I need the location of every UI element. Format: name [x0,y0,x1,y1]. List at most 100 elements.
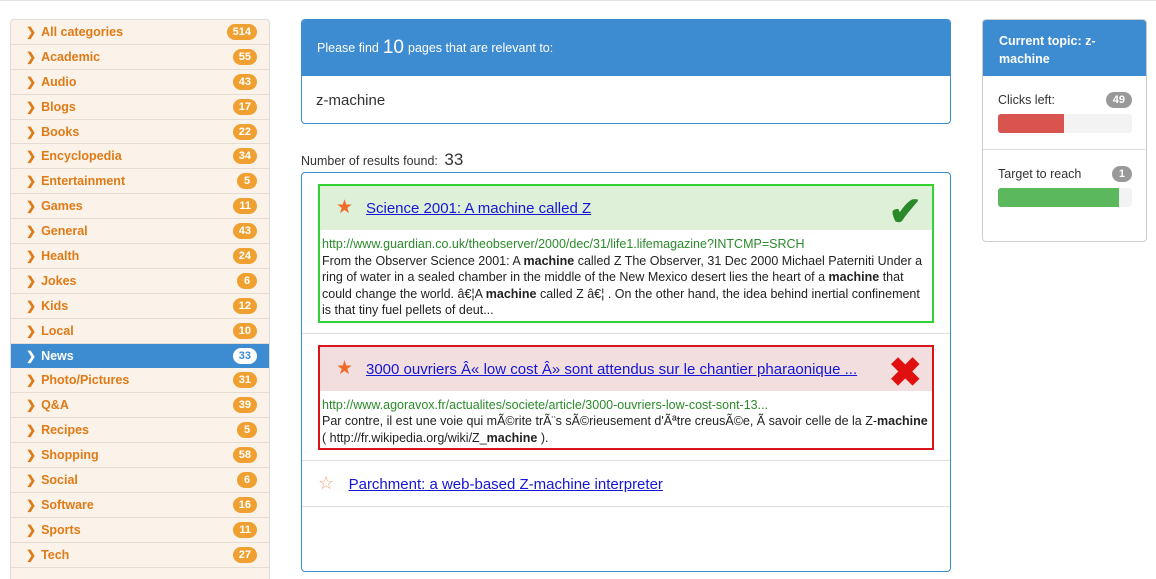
star-icon[interactable]: ★ [336,357,353,380]
sidebar-item-kids[interactable]: ❯ Kids 12 [11,294,269,319]
result-snippet: From the Observer Science 2001: A machin… [322,253,923,318]
sidebar-item-label: Sports [41,522,81,537]
sidebar-item-general[interactable]: ❯ General 43 [11,219,269,245]
sidebar-item-photo-pictures[interactable]: ❯ Photo/Pictures 31 [11,368,269,394]
sidebar-item-all-categories[interactable]: ❯ All categories 514 [11,20,269,45]
result-header: ★ 3000 ouvriers Â« low cost Â» sont atte… [320,346,932,395]
result-title-link[interactable]: Parchment: a web-based Z-machine interpr… [349,476,663,493]
chevron-right-icon: ❯ [26,224,37,239]
chevron-right-icon: ❯ [26,24,37,39]
result-title-link[interactable]: Science 2001: A machine called Z [366,198,892,220]
chevron-right-icon: ❯ [26,472,37,487]
star-outline-icon[interactable]: ☆ [318,473,334,493]
chevron-right-icon: ❯ [26,448,37,463]
results-count: Number of results found: 33 [301,150,463,170]
sidebar-item-label: Encyclopedia [41,149,122,164]
count-badge: 5 [237,422,257,439]
result-header: ★ Science 2001: A machine called Z ✔ [320,186,932,232]
count-badge: 6 [237,471,257,488]
count-badge: 11 [233,521,257,538]
count-badge: 31 [232,372,257,389]
chevron-right-icon: ❯ [26,398,37,413]
chevron-right-icon: ❯ [26,373,37,388]
chevron-right-icon: ❯ [26,497,37,512]
results-count-label: Number of results found: [301,154,438,168]
chevron-right-icon: ❯ [26,124,37,139]
result-title-link[interactable]: 3000 ouvriers Â« low cost Â» sont attend… [366,359,892,381]
chevron-right-icon: ❯ [26,74,37,89]
target-progress-fill [998,188,1119,207]
chevron-right-icon: ❯ [26,248,37,263]
results-count-value: 33 [444,150,464,169]
count-badge: 24 [232,247,257,264]
chevron-right-icon: ❯ [26,547,37,562]
topic-panel: Current topic: z-machine Clicks left: 49… [982,19,1147,242]
clicks-progress-fill [998,114,1064,133]
result-body: http://www.agoravox.fr/actualites/societ… [320,391,932,449]
sidebar-item-shopping[interactable]: ❯ Shopping 58 [11,443,269,469]
chevron-right-icon: ❯ [26,423,37,438]
clicks-badge: 49 [1105,92,1132,108]
sidebar-item-academic[interactable]: ❯ Academic 55 [11,45,269,70]
sidebar-item-local[interactable]: ❯ Local 10 [11,319,269,344]
sidebar-item-label: Academic [41,49,101,64]
count-badge: 33 [232,347,257,364]
result-snippet: Par contre, il est une voie qui mÃ©rite … [322,414,928,445]
count-badge: 11 [233,198,257,215]
sidebar-item-blogs[interactable]: ❯ Blogs 17 [11,95,269,120]
chevron-right-icon: ❯ [26,348,37,363]
sidebar-item-sports[interactable]: ❯ Sports 11 [11,518,269,543]
count-badge: 22 [232,123,257,140]
chevron-right-icon: ❯ [26,298,37,313]
result-item: ★ 3000 ouvriers Â« low cost Â» sont atte… [302,334,950,461]
sidebar-item-label: Games [41,199,83,214]
result-frame-relevant: ★ Science 2001: A machine called Z ✔ htt… [318,184,934,323]
sidebar-item-label: Entertainment [41,174,126,189]
chevron-right-icon: ❯ [26,199,37,214]
sidebar-item-label: Books [41,124,80,139]
sidebar-item-entertainment[interactable]: ❯ Entertainment 5 [11,169,269,195]
result-url: http://www.agoravox.fr/actualites/societ… [322,397,769,412]
sidebar-item-software[interactable]: ❯ Software 16 [11,493,269,518]
count-badge: 10 [232,322,257,339]
sidebar-item-label: General [41,224,88,239]
query-topic-text: z-machine [316,91,386,109]
sidebar-item-games[interactable]: ❯ Games 11 [11,194,269,220]
target-section: Target to reach 1 [983,150,1146,223]
count-badge: 58 [232,447,257,464]
sidebar-item-q-a[interactable]: ❯ Q&A 39 [11,393,269,419]
count-badge: 34 [232,148,257,165]
result-url: http://www.guardian.co.uk/theobserver/20… [322,237,805,251]
count-badge: 55 [232,48,257,65]
result-frame-not-relevant: ★ 3000 ouvriers Â« low cost Â» sont atte… [318,344,934,450]
sidebar-item-recipes[interactable]: ❯ Recipes 5 [11,418,269,444]
sidebar-item-audio[interactable]: ❯ Audio 43 [11,70,269,95]
sidebar-item-books[interactable]: ❯ Books 22 [11,120,269,145]
target-progress-bar [998,188,1132,207]
sidebar-item-encyclopedia[interactable]: ❯ Encyclopedia 34 [11,144,269,170]
sidebar-item-health[interactable]: ❯ Health 24 [11,244,269,269]
count-badge: 17 [232,98,257,115]
target-badge: 1 [1111,166,1132,182]
sidebar-item-label: Blogs [41,99,76,114]
sidebar-item-tech[interactable]: ❯ Tech 27 [11,543,269,568]
chevron-right-icon: ❯ [26,522,37,537]
sidebar-item-label: Kids [41,298,69,313]
count-badge: 16 [232,496,257,513]
count-badge: 12 [232,297,257,314]
star-icon[interactable]: ★ [336,196,353,219]
query-panel: Please find 10 pages that are relevant t… [301,19,951,124]
count-badge: 5 [237,173,257,190]
sidebar-item-label: News [41,348,74,363]
sidebar-item-jokes[interactable]: ❯ Jokes 6 [11,269,269,294]
result-body: http://www.guardian.co.uk/theobserver/20… [320,230,932,321]
sidebar-item-label: Local [41,323,74,338]
query-target-number: 10 [382,37,404,58]
cross-icon: ✖ [888,350,922,395]
sidebar-item-news[interactable]: ❯ News 33 [11,343,269,369]
sidebar-item-label: Recipes [41,423,90,438]
sidebar-item-social[interactable]: ❯ Social 6 [11,468,269,493]
clicks-section: Clicks left: 49 [983,76,1146,150]
chevron-right-icon: ❯ [26,149,37,164]
count-badge: 43 [232,223,257,240]
